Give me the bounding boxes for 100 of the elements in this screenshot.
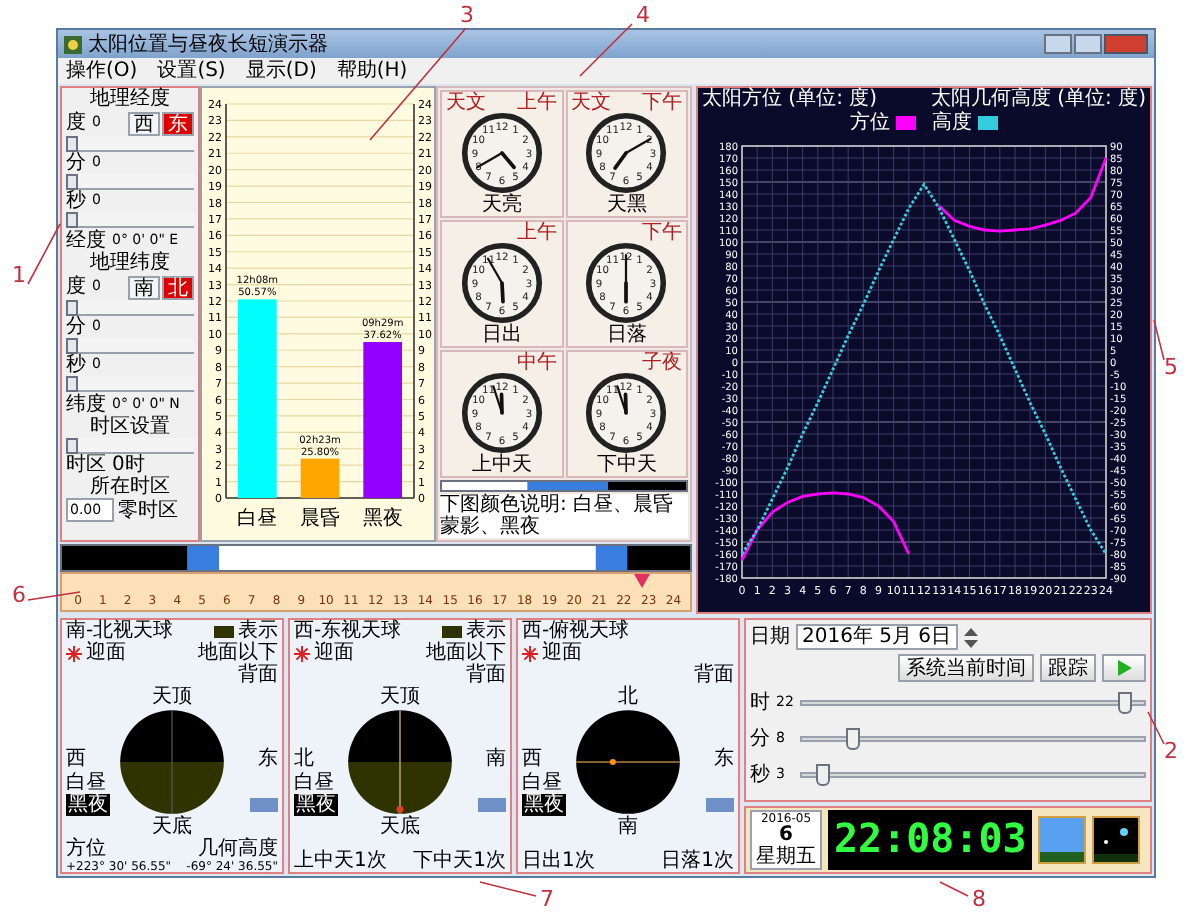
top-label: 北	[618, 686, 638, 708]
callout-number: 5	[1164, 356, 1178, 380]
clock-corner-label: 天文	[571, 92, 611, 112]
leader-line	[1153, 319, 1165, 361]
slider[interactable]	[66, 338, 194, 354]
time-marker[interactable]	[633, 574, 649, 588]
menu-item[interactable]: 显示(D)	[245, 60, 317, 82]
time-display: 22:08:03	[828, 810, 1033, 870]
panel-title: 南-北视天球	[66, 620, 174, 642]
leader-line	[579, 23, 633, 77]
direction-button[interactable]: 北	[162, 275, 194, 299]
slider-thumb[interactable]	[66, 136, 78, 152]
day-number: 6	[779, 826, 793, 846]
slider[interactable]	[66, 136, 194, 152]
slider[interactable]	[800, 691, 1146, 713]
celestial-sphere-drawing	[118, 708, 226, 816]
slider[interactable]	[66, 174, 194, 190]
legend-label: 方位	[850, 111, 890, 133]
slider[interactable]	[800, 727, 1146, 749]
slider-thumb[interactable]	[66, 174, 78, 190]
slider[interactable]	[66, 300, 194, 316]
play-button[interactable]	[1102, 654, 1146, 682]
action-button[interactable]: 跟踪	[1040, 654, 1096, 682]
top-label: 天顶	[152, 686, 192, 708]
category-label: 黑夜	[362, 508, 403, 530]
night-tag: 黑夜	[522, 794, 566, 816]
leader-line	[27, 223, 61, 285]
section-title: 地理纬度	[88, 252, 172, 274]
celestial-sphere-drawing	[346, 708, 454, 816]
clock-corner-label: 天文	[446, 92, 486, 112]
bottom-label: 天底	[380, 816, 420, 838]
field-label: 时区	[66, 454, 106, 476]
section-title: 时区设置	[88, 416, 172, 438]
direction-button[interactable]: 南	[128, 275, 160, 299]
day-label: 白昼	[294, 772, 334, 794]
leader-line	[1147, 711, 1165, 745]
bottom-label: 南	[618, 816, 638, 838]
legend-label: 地面以下	[198, 642, 278, 664]
legend-label: 高度	[932, 111, 972, 133]
clock-label: 天亮	[481, 194, 522, 216]
callout-number: 8	[972, 888, 986, 912]
slider-thumb[interactable]	[66, 300, 78, 316]
menu-item[interactable]: 设置(S)	[157, 60, 226, 82]
slider-thumb[interactable]	[816, 763, 831, 785]
field-label: 日期	[750, 626, 790, 648]
clock-label: 日出	[481, 324, 522, 346]
clock-corner-label: 上午	[517, 222, 557, 242]
field-label: 时	[750, 691, 770, 713]
slider-thumb[interactable]	[845, 727, 860, 749]
clock-corner-label: 中午	[517, 352, 557, 372]
panel-title: 西-东视天球	[294, 620, 402, 642]
slider-thumb[interactable]	[66, 338, 78, 354]
caption: 所在时区	[88, 476, 172, 498]
side-label: 北	[294, 748, 316, 770]
slider-thumb[interactable]	[66, 212, 78, 228]
legend-swatch	[214, 625, 234, 637]
panel-title: 西-俯视天球	[522, 620, 630, 642]
side-label: 西	[66, 748, 88, 770]
night-sky-icon	[1092, 816, 1141, 864]
side-label: 东	[714, 748, 734, 770]
field-value: 0时	[112, 454, 145, 476]
legend-label: 表示	[466, 620, 506, 642]
color-swatch	[478, 798, 506, 812]
maximize-button[interactable]	[1074, 34, 1102, 54]
menu-item[interactable]: 帮助(H)	[336, 60, 408, 82]
category-label: 晨昏	[300, 508, 340, 530]
legend-text: 下图颜色说明: 白昼、晨昏蒙影、黑夜	[440, 494, 688, 538]
slider[interactable]	[66, 376, 194, 392]
slider-thumb[interactable]	[66, 376, 78, 392]
action-button[interactable]: 系统当前时间	[898, 654, 1034, 682]
slider-thumb[interactable]	[66, 438, 78, 454]
slider-thumb[interactable]	[1117, 691, 1132, 713]
color-swatch	[706, 798, 734, 812]
callout-number: 4	[636, 4, 650, 28]
field-label: 度	[66, 276, 86, 298]
legend-label: 地面以下	[426, 642, 506, 664]
leader-line	[27, 591, 81, 601]
direction-button[interactable]: 东	[162, 111, 194, 135]
field-label: 秒	[66, 354, 86, 376]
menu-item[interactable]: 操作(O)	[66, 60, 138, 82]
night-tag: 黑夜	[294, 794, 338, 816]
reading-label: 几何高度	[198, 838, 278, 860]
category-label: 白昼	[237, 508, 278, 530]
app-icon	[64, 35, 82, 53]
callout-number: 6	[12, 584, 26, 608]
date-field[interactable]: 2016年 5月 6日	[796, 624, 958, 650]
field-label: 度	[66, 112, 86, 134]
spin-icon[interactable]	[963, 627, 978, 647]
field-label: 秒	[750, 763, 770, 785]
slider[interactable]	[800, 763, 1146, 785]
field-label: 秒	[66, 190, 86, 212]
field-label: 分	[66, 152, 86, 174]
field-label: 分	[66, 316, 86, 338]
daytime-sky-icon	[1038, 816, 1087, 864]
direction-button[interactable]: 西	[128, 111, 160, 135]
minimize-button[interactable]	[1044, 34, 1072, 54]
star-icon	[522, 645, 538, 661]
slider[interactable]	[66, 212, 194, 228]
slider[interactable]	[66, 438, 194, 454]
star-icon	[294, 645, 310, 661]
